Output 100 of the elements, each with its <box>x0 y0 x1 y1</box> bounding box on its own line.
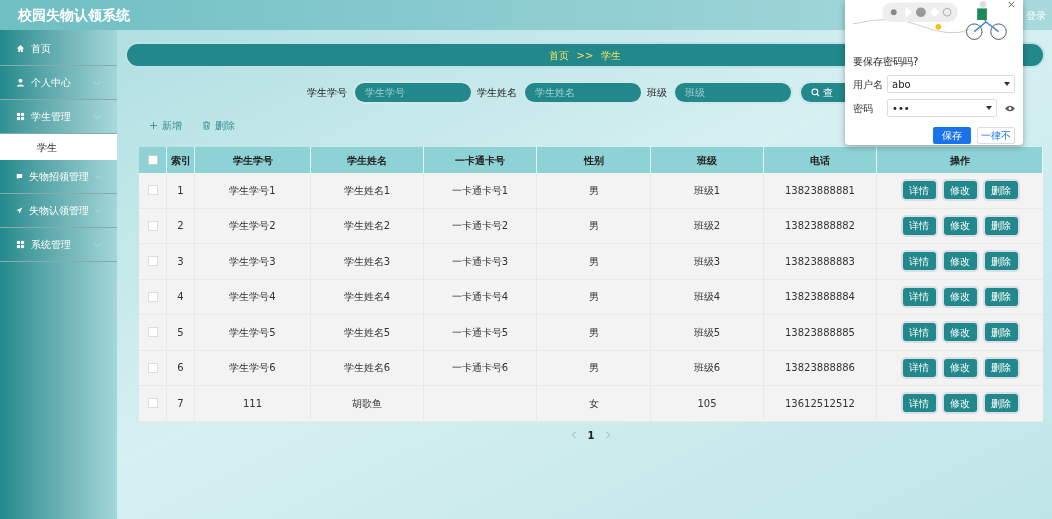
table-cell-text: 胡歌鱼 <box>352 396 382 411</box>
table-cell-text: 111 <box>242 396 263 411</box>
table-cell-text: 班级5 <box>693 325 721 340</box>
table-cell-text: 5 <box>177 325 184 340</box>
action-button[interactable]: 详情 <box>902 216 936 235</box>
action-button[interactable]: 删除 <box>984 287 1018 306</box>
action-button[interactable]: 删除 <box>984 323 1018 342</box>
field-label: 密码 <box>853 101 874 116</box>
action-button[interactable]: 详情 <box>902 394 936 413</box>
action-button[interactable]: 修改 <box>943 216 977 235</box>
action-button[interactable]: 修改 <box>943 358 977 377</box>
password-field[interactable]: ••• <box>887 99 997 117</box>
table-cell-text: 13823888886 <box>785 361 855 376</box>
table-cell-text: 13823888884 <box>785 290 855 305</box>
action-button[interactable]: 修改 <box>943 323 977 342</box>
table-cell-text: 4 <box>177 290 184 305</box>
action-button[interactable]: 删除 <box>984 181 1018 200</box>
checkbox[interactable] <box>147 256 158 267</box>
action-button[interactable]: 删除 <box>984 252 1018 271</box>
delete-button[interactable]: 删除 <box>202 118 235 133</box>
trash-icon <box>202 121 211 130</box>
table-cell-text: 学生学号1 <box>229 183 276 198</box>
table-cell-text: 学生学号6 <box>229 361 276 376</box>
sidebar-item[interactable]: 个人中心 <box>0 66 117 100</box>
never-button[interactable]: 一律不 <box>977 127 1015 144</box>
action-button[interactable]: 详情 <box>902 323 936 342</box>
table-cell-text: 班级4 <box>693 290 721 305</box>
table-cell-text: 一卡通卡号5 <box>451 325 509 340</box>
sidebar-item[interactable]: 系统管理 <box>0 228 117 262</box>
sidebar-item[interactable]: 学生管理 <box>0 100 117 134</box>
action-button[interactable]: 删除 <box>984 358 1018 377</box>
table-cell-text: 班级1 <box>693 183 721 198</box>
action-button[interactable]: 详情 <box>902 358 936 377</box>
action-button[interactable]: 修改 <box>943 252 977 271</box>
sidebar-item[interactable]: 失物招领管理 <box>0 160 117 194</box>
search-field[interactable]: 学生学号 <box>355 83 471 102</box>
checkbox[interactable] <box>147 291 158 302</box>
table-cell-text: 班级6 <box>693 361 721 376</box>
table-cell-text: 男 <box>588 361 599 376</box>
column-header: 学生学号 <box>232 153 273 168</box>
checkbox[interactable] <box>147 327 158 338</box>
sidebar-item[interactable]: 失物认领管理 <box>0 194 117 228</box>
action-button[interactable]: 修改 <box>943 287 977 306</box>
table-cell-text: 男 <box>588 254 599 269</box>
table-cell-text: 13823888881 <box>785 183 855 198</box>
save-button[interactable]: 保存 <box>933 127 971 144</box>
action-button[interactable]: 删除 <box>984 394 1018 413</box>
action-button[interactable]: 删除 <box>984 216 1018 235</box>
next-icon[interactable] <box>604 431 613 439</box>
action-button[interactable]: 详情 <box>902 252 936 271</box>
table-cell-text: 女 <box>588 396 599 411</box>
close-icon[interactable] <box>1008 1 1015 8</box>
user-icon <box>16 78 25 87</box>
search-label: 学生姓名 <box>477 86 517 100</box>
add-button[interactable]: 新增 <box>149 118 182 133</box>
checkbox[interactable] <box>147 185 158 196</box>
page-number[interactable]: 1 <box>587 427 595 443</box>
table-cell-text: 1 <box>177 183 184 198</box>
table-cell-text: 13823888883 <box>785 254 855 269</box>
column-header: 性别 <box>583 153 604 168</box>
table-cell-text: 105 <box>697 396 717 411</box>
table-cell-text: 13612512512 <box>785 396 855 411</box>
search-field[interactable]: 学生姓名 <box>525 83 641 102</box>
eye-icon[interactable] <box>1005 104 1015 112</box>
grid-icon <box>16 112 25 121</box>
breadcrumb-link[interactable]: 学生 <box>601 47 622 63</box>
checkbox[interactable] <box>147 155 158 165</box>
action-button[interactable]: 修改 <box>943 181 977 200</box>
table-cell-text: 一卡通卡号6 <box>451 361 509 376</box>
sidebar-item[interactable]: 首页 <box>0 32 117 66</box>
plus-icon <box>149 121 158 130</box>
dialog-title: 要保存密码吗? <box>853 55 920 69</box>
table-cell-text: 班级3 <box>693 254 721 269</box>
table-cell-text: 男 <box>588 183 599 198</box>
table-cell-text: 一卡通卡号3 <box>451 254 509 269</box>
sidebar-subitem[interactable]: 学生 <box>0 134 117 160</box>
table-cell-text: 男 <box>588 325 599 340</box>
table-cell-text: 学生学号2 <box>229 219 276 234</box>
table-cell-text: 学生学号4 <box>229 290 276 305</box>
checkbox[interactable] <box>147 362 158 373</box>
table-cell-text: 男 <box>588 290 599 305</box>
action-button[interactable]: 详情 <box>902 287 936 306</box>
search-field[interactable]: 班级 <box>675 83 791 102</box>
breadcrumb-link[interactable]: 首页 <box>548 47 569 63</box>
action-button[interactable]: 修改 <box>943 394 977 413</box>
breadcrumb-separator: >> <box>576 48 594 63</box>
table-cell-text: 学生学号3 <box>229 254 276 269</box>
username-field[interactable]: abo <box>887 75 1015 93</box>
home-icon <box>16 44 25 53</box>
previous-icon[interactable] <box>569 431 578 439</box>
column-header: 操作 <box>949 153 970 168</box>
column-header: 班级 <box>697 153 717 168</box>
checkbox[interactable] <box>147 398 158 409</box>
column-header: 索引 <box>170 153 191 168</box>
table-cell-text: 一卡通卡号4 <box>451 290 509 305</box>
action-button[interactable]: 详情 <box>902 181 936 200</box>
checkbox[interactable] <box>147 220 158 231</box>
search-label: 学生学号 <box>307 86 347 100</box>
table-cell-text: 学生姓名6 <box>343 361 391 376</box>
table-cell-text: 学生学号5 <box>229 325 276 340</box>
